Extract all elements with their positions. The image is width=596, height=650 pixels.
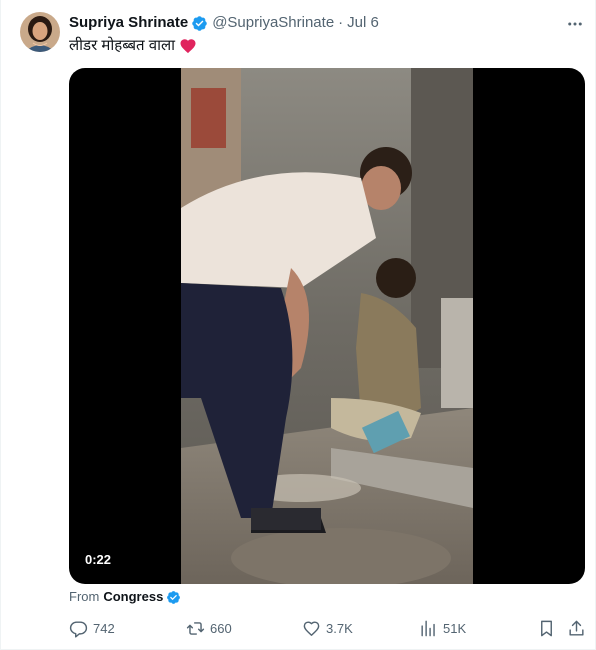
tweet-text: लीडर मोहब्बत वाला: [69, 36, 197, 56]
share-button[interactable]: [567, 616, 586, 640]
bookmark-icon: [541, 620, 552, 636]
repost-button[interactable]: 660: [186, 616, 232, 640]
video-duration: 0:22: [79, 550, 118, 570]
bookmark-button[interactable]: [537, 616, 556, 640]
verified-badge-icon: [191, 15, 208, 32]
views-count: 51K: [443, 620, 467, 636]
like-count: 3.7K: [326, 620, 353, 636]
repost-count: 660: [210, 620, 232, 636]
repost-icon: [186, 621, 205, 635]
like-heart-icon: [303, 620, 320, 636]
reply-button[interactable]: 742: [69, 616, 115, 640]
video-source: From Congress: [69, 589, 185, 605]
source-prefix: From: [69, 589, 100, 604]
separator-dot: ·: [338, 14, 344, 31]
tweet-header: Supriya Shrinate @SupriyaShrinate · Jul …: [69, 14, 379, 32]
share-icon: [569, 620, 584, 636]
tweet-date[interactable]: Jul 6: [347, 14, 379, 32]
views-button[interactable]: 51K: [419, 616, 466, 640]
video-thumbnail: [181, 68, 473, 584]
video-player[interactable]: 0:22: [69, 68, 585, 584]
author-name[interactable]: Supriya Shrinate: [69, 14, 188, 32]
tweet-card[interactable]: Supriya Shrinate @SupriyaShrinate · Jul …: [0, 0, 596, 650]
reply-icon: [69, 620, 88, 638]
author-handle[interactable]: @SupriyaShrinate: [212, 14, 334, 32]
views-chart-icon: [421, 620, 435, 636]
red-heart-icon: [179, 37, 197, 55]
verified-badge-icon: [166, 590, 181, 605]
avatar[interactable]: [20, 12, 60, 52]
like-button[interactable]: 3.7K: [302, 616, 353, 640]
source-name-link[interactable]: Congress: [103, 589, 163, 605]
tweet-text-body: लीडर मोहब्बत वाला: [69, 37, 176, 54]
more-options-icon[interactable]: [563, 12, 587, 36]
action-bar: 742 660 3.7K 51K: [69, 616, 589, 640]
reply-count: 742: [93, 620, 115, 636]
